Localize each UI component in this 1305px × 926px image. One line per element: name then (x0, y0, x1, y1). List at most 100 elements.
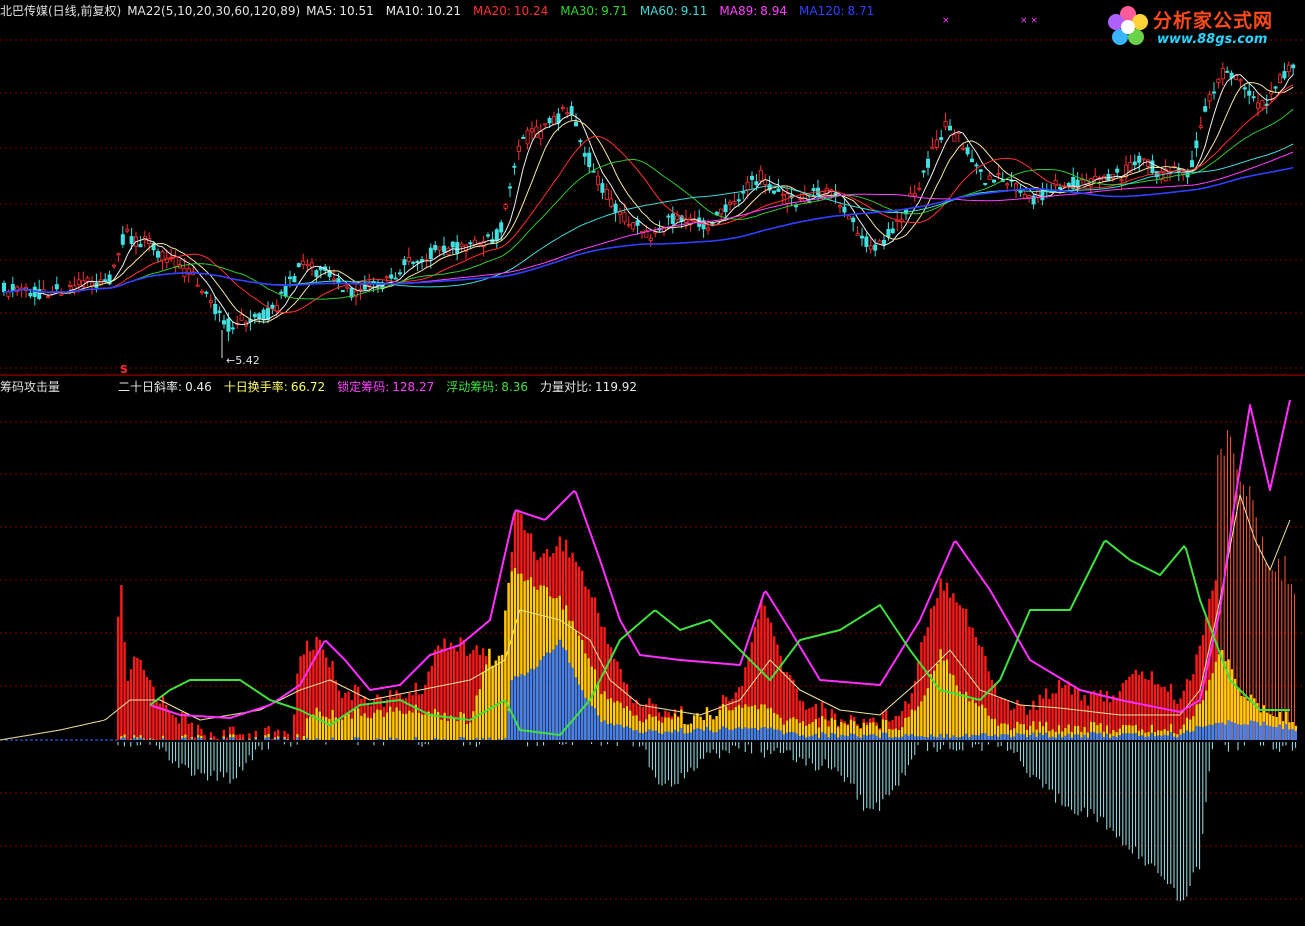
candle-body (974, 164, 979, 167)
candle-body (745, 181, 750, 191)
volume-bar-blue (222, 738, 225, 740)
volume-bar-blue (120, 738, 123, 740)
volume-bar-blue (389, 737, 392, 740)
volume-bar-blue (197, 737, 200, 740)
volume-bar-yellow (401, 713, 405, 740)
volume-bar-yellow (952, 675, 955, 740)
candle-body (538, 131, 543, 139)
volume-bar-blue (1032, 732, 1035, 740)
volume-bar-blue (1262, 721, 1265, 740)
volume-bar-blue (766, 728, 769, 740)
volume-bar-blue (795, 733, 798, 740)
candle-body (772, 190, 777, 194)
volume-bar-blue (353, 737, 357, 740)
candle-body (706, 227, 711, 231)
volume-bar-blue (1259, 725, 1262, 740)
candle-body (890, 228, 895, 234)
volume-bar-yellow (421, 714, 424, 740)
candle-body (631, 222, 636, 230)
volume-bar-yellow (965, 692, 968, 740)
volume-bar-blue (277, 738, 280, 740)
candle-body (230, 327, 235, 330)
volume-bar-blue (910, 733, 913, 740)
volume-bar-yellow (337, 718, 341, 740)
volume-bar-blue (1169, 732, 1173, 740)
stock-chart-canvas[interactable]: ←5.42 S × × × (0, 0, 1305, 926)
volume-bar-blue (1198, 726, 1201, 740)
volume-bar-blue (773, 729, 776, 740)
candle-body (1005, 183, 1010, 186)
volume-bar-red (225, 737, 229, 740)
volume-bar-blue (689, 732, 693, 740)
volume-bar-red (193, 737, 197, 740)
volume-bar-blue (1217, 723, 1221, 740)
candle-body (28, 292, 33, 297)
volume-bar-blue (1285, 724, 1288, 740)
volume-bar-blue (677, 731, 680, 740)
candle-body (530, 128, 535, 133)
candle-body (578, 140, 583, 143)
candle-body (965, 147, 970, 155)
candle-body (468, 242, 473, 245)
candle-body (1018, 190, 1023, 193)
volume-bar-blue (952, 735, 955, 740)
volume-bar-blue (1278, 724, 1281, 740)
volume-bar-blue (917, 736, 920, 740)
volume-bar-blue (1144, 736, 1147, 740)
volume-bar-blue (629, 728, 632, 740)
volume-bar-blue (757, 729, 760, 740)
volume-bar-blue (555, 645, 558, 740)
candle-body (283, 284, 288, 297)
volume-bar-blue (641, 733, 645, 740)
volume-bar-yellow (376, 709, 379, 740)
candle-body (992, 179, 997, 183)
volume-bar-red (235, 734, 238, 740)
volume-bar-blue (136, 738, 139, 740)
volume-bar-blue (913, 736, 917, 740)
volume-bar-yellow (309, 716, 312, 740)
volume-bar-blue (1150, 732, 1153, 740)
volume-bar-blue (414, 737, 417, 740)
candle-body (221, 320, 226, 325)
volume-bar-red (152, 686, 155, 740)
flower-icon (1108, 6, 1148, 45)
volume-bar-yellow (379, 710, 382, 740)
candle-body (1146, 159, 1151, 167)
candle-body (1115, 168, 1120, 173)
volume-bar-yellow (392, 711, 395, 740)
volume-bar-blue (1041, 735, 1045, 740)
candle-body (868, 245, 873, 250)
volume-bar-blue (600, 722, 603, 740)
candle-body (996, 173, 1001, 176)
candle-body (397, 272, 402, 275)
volume-bar-yellow (923, 695, 926, 740)
candle-body (838, 205, 843, 208)
candle-body (1198, 125, 1203, 128)
volume-bar-blue (248, 739, 251, 740)
volume-bar-yellow (321, 716, 325, 740)
volume-bar-blue (1256, 722, 1259, 740)
candle-body (455, 242, 460, 254)
volume-bar-yellow (382, 716, 385, 740)
candle-body (331, 278, 336, 281)
candle-body (265, 307, 270, 320)
volume-bar-blue (808, 736, 811, 740)
volume-bar-blue (475, 737, 478, 740)
candle-body (125, 228, 130, 232)
volume-bar-blue (974, 735, 977, 740)
candle-body (728, 201, 733, 205)
volume-bar-yellow (974, 703, 977, 740)
candle-body (1190, 160, 1195, 168)
candle-body (978, 169, 983, 172)
volume-bar-blue (1064, 735, 1067, 740)
volume-bar-yellow (353, 707, 357, 740)
volume-bar-yellow (398, 710, 401, 740)
candle-body (459, 243, 464, 247)
volume-bar-blue (696, 728, 699, 740)
volume-bar-blue (1230, 721, 1233, 740)
volume-bar-blue (993, 734, 997, 740)
volume-bar-yellow (961, 694, 965, 740)
volume-bar-blue (1057, 734, 1061, 740)
volume-bar-blue (958, 737, 961, 740)
volume-bar-red (120, 585, 123, 740)
